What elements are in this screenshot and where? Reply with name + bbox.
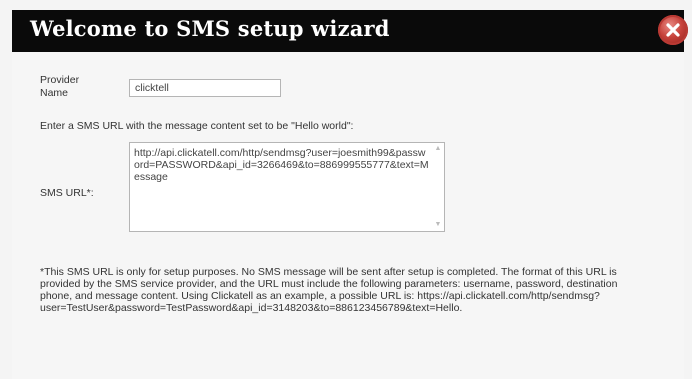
dialog-title: Welcome to SMS setup wizard	[30, 16, 390, 41]
wizard-content: Provider Name clicktell Enter a SMS URL …	[12, 52, 684, 379]
close-icon	[666, 23, 680, 37]
title-bar: Welcome to SMS setup wizard	[12, 10, 688, 52]
sms-url-instruction: Enter a SMS URL with the message content…	[40, 120, 354, 132]
sms-url-value: http://api.clickatell.com/http/sendmsg?u…	[134, 147, 429, 183]
scroll-down-icon[interactable]: ▼	[434, 221, 442, 229]
sms-url-footnote: *This SMS URL is only for setup purposes…	[40, 266, 618, 314]
provider-name-input[interactable]: clicktell	[129, 79, 281, 97]
sms-url-label: SMS URL*:	[40, 187, 94, 199]
scroll-up-icon[interactable]: ▲	[434, 145, 442, 153]
sms-setup-wizard-dialog: Welcome to SMS setup wizard Provider Nam…	[0, 0, 692, 379]
sms-url-textarea[interactable]: http://api.clickatell.com/http/sendmsg?u…	[129, 142, 445, 232]
close-button[interactable]	[658, 15, 688, 45]
provider-name-label: Provider Name	[40, 74, 80, 99]
